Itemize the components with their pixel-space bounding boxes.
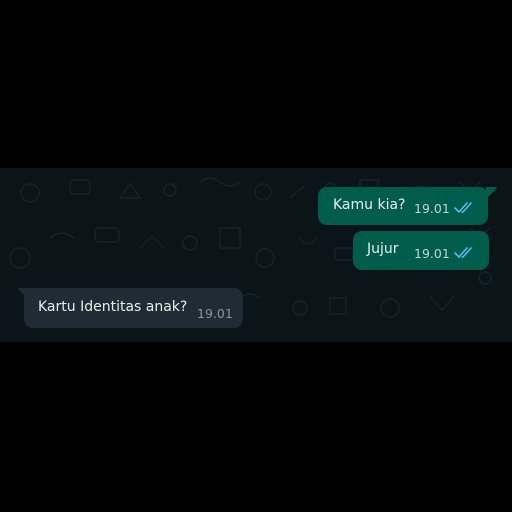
message-text: Kartu Identitas anak? — [38, 299, 188, 315]
chat-area[interactable]: Kamu kia? 19.01 Jujur 19.01 Kartu Identi… — [0, 168, 512, 342]
double-check-icon — [454, 202, 472, 213]
message-time: 19.01 — [414, 246, 450, 261]
bubble-tail — [484, 187, 497, 199]
message-time: 19.01 — [197, 306, 233, 321]
message-time: 19.01 — [414, 201, 450, 216]
message-bubble-outgoing[interactable]: Jujur 19.01 — [353, 231, 489, 270]
double-check-icon — [454, 247, 472, 258]
message-bubble-outgoing[interactable]: Kamu kia? 19.01 — [318, 187, 488, 225]
message-text: Kamu kia? — [333, 197, 406, 213]
message-text: Jujur — [367, 241, 399, 257]
message-bubble-incoming[interactable]: Kartu Identitas anak? 19.01 — [24, 288, 243, 328]
